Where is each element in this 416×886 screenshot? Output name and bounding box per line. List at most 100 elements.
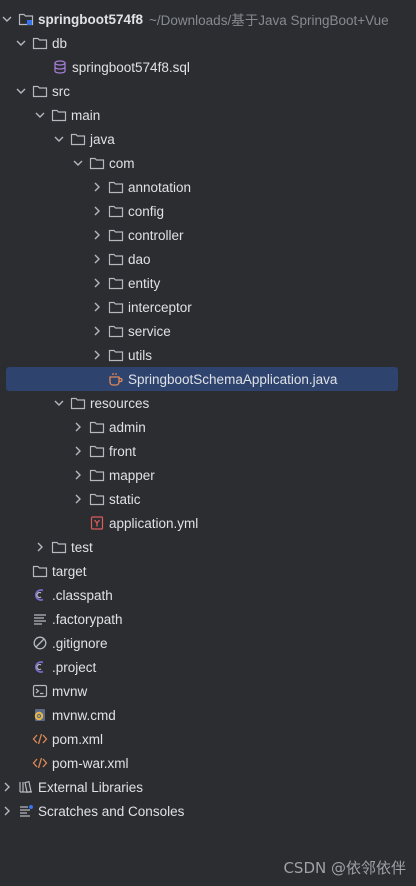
tree-node-interceptor[interactable]: interceptor	[0, 295, 416, 319]
chevron-right-icon[interactable]	[0, 775, 14, 799]
package-icon	[108, 299, 124, 315]
folder-icon	[89, 443, 105, 459]
tree-label: static	[109, 491, 141, 507]
tree-label: db	[52, 35, 68, 51]
folder-icon	[32, 83, 48, 99]
tree-node-classpath[interactable]: .classpath	[0, 583, 416, 607]
chevron-right-icon[interactable]	[71, 487, 85, 511]
chevron-right-icon[interactable]	[71, 463, 85, 487]
tree-label: annotation	[128, 179, 192, 195]
tree-node-pom-war[interactable]: pom-war.xml	[0, 751, 416, 775]
tree-label: .factorypath	[52, 611, 123, 627]
chevron-right-icon[interactable]	[33, 535, 47, 559]
java-class-icon	[108, 371, 124, 387]
gear-file-icon	[32, 707, 48, 723]
chevron-down-icon[interactable]	[14, 31, 28, 55]
chevron-right-icon[interactable]	[90, 175, 104, 199]
tree-node-admin[interactable]: admin	[0, 415, 416, 439]
package-icon	[108, 323, 124, 339]
tree-node-gitignore[interactable]: .gitignore	[0, 631, 416, 655]
chevron-right-icon[interactable]	[90, 271, 104, 295]
tree-node-mvnw-cmd[interactable]: mvnw.cmd	[0, 703, 416, 727]
tree-node-config[interactable]: config	[0, 199, 416, 223]
chevron-right-icon[interactable]	[90, 223, 104, 247]
database-icon	[52, 59, 68, 75]
tree-node-mapper[interactable]: mapper	[0, 463, 416, 487]
chevron-right-icon[interactable]	[90, 295, 104, 319]
tree-label: mapper	[109, 467, 155, 483]
chevron-right-icon[interactable]	[90, 199, 104, 223]
resources-folder-icon	[70, 395, 86, 411]
chevron-right-icon[interactable]	[90, 319, 104, 343]
package-icon	[108, 275, 124, 291]
tree-node-service[interactable]: service	[0, 319, 416, 343]
tree-label: mvnw.cmd	[52, 707, 116, 723]
xml-file-icon	[32, 755, 48, 771]
eclipse-file-icon	[32, 659, 48, 675]
tree-node-controller[interactable]: controller	[0, 223, 416, 247]
tree-label: src	[52, 83, 70, 99]
tree-node-java[interactable]: java	[0, 127, 416, 151]
package-icon	[108, 203, 124, 219]
chevron-down-icon[interactable]	[0, 7, 14, 31]
text-file-icon	[32, 611, 48, 627]
tree-node-static[interactable]: static	[0, 487, 416, 511]
chevron-right-icon[interactable]	[90, 343, 104, 367]
module-folder-icon	[18, 11, 34, 27]
tree-node-test[interactable]: test	[0, 535, 416, 559]
package-icon	[89, 155, 105, 171]
folder-icon	[32, 563, 48, 579]
tree-node-sql-file[interactable]: springboot574f8.sql	[0, 55, 416, 79]
tree-node-utils[interactable]: utils	[0, 343, 416, 367]
tree-node-dao[interactable]: dao	[0, 247, 416, 271]
tree-node-project-file[interactable]: .project	[0, 655, 416, 679]
folder-icon	[89, 467, 105, 483]
tree-label: service	[128, 323, 171, 339]
tree-node-application-class[interactable]: SpringbootSchemaApplication.java	[0, 367, 416, 391]
folder-icon	[89, 419, 105, 435]
tree-node-factorypath[interactable]: .factorypath	[0, 607, 416, 631]
tree-label: controller	[128, 227, 184, 243]
tree-node-db[interactable]: db	[0, 31, 416, 55]
chevron-down-icon[interactable]	[14, 79, 28, 103]
tree-node-front[interactable]: front	[0, 439, 416, 463]
tree-node-scratches[interactable]: Scratches and Consoles	[0, 799, 416, 823]
tree-node-external-libraries[interactable]: External Libraries	[0, 775, 416, 799]
tree-node-annotation[interactable]: annotation	[0, 175, 416, 199]
tree-node-project-root[interactable]: springboot574f8 ~/Downloads/基于Java Sprin…	[0, 7, 416, 31]
tree-label: application.yml	[109, 515, 199, 531]
chevron-right-icon[interactable]	[0, 799, 14, 823]
package-icon	[108, 227, 124, 243]
tree-label: .project	[52, 659, 97, 675]
tree-label: test	[71, 539, 93, 555]
chevron-right-icon[interactable]	[71, 415, 85, 439]
chevron-right-icon[interactable]	[90, 247, 104, 271]
tree-node-com[interactable]: com	[0, 151, 416, 175]
chevron-down-icon[interactable]	[52, 391, 66, 415]
tree-node-pom[interactable]: pom.xml	[0, 727, 416, 751]
tree-label: resources	[90, 395, 150, 411]
chevron-down-icon[interactable]	[52, 127, 66, 151]
tree-label: dao	[128, 251, 151, 267]
chevron-right-icon[interactable]	[71, 439, 85, 463]
chevron-down-icon[interactable]	[33, 103, 47, 127]
tree-node-src[interactable]: src	[0, 79, 416, 103]
tree-node-application-yml[interactable]: application.yml	[0, 511, 416, 535]
tree-node-target[interactable]: target	[0, 559, 416, 583]
package-icon	[108, 179, 124, 195]
tree-label: interceptor	[128, 299, 192, 315]
xml-file-icon	[32, 731, 48, 747]
tree-node-entity[interactable]: entity	[0, 271, 416, 295]
yaml-file-icon	[89, 515, 105, 531]
tree-node-main[interactable]: main	[0, 103, 416, 127]
folder-icon	[51, 539, 67, 555]
scratches-icon	[18, 803, 34, 819]
tree-node-resources[interactable]: resources	[0, 391, 416, 415]
tree-label: com	[109, 155, 135, 171]
tree-label: External Libraries	[38, 779, 144, 795]
tree-label: pom-war.xml	[52, 755, 129, 771]
tree-node-mvnw[interactable]: mvnw	[0, 679, 416, 703]
chevron-down-icon[interactable]	[71, 151, 85, 175]
tree-label: front	[109, 443, 137, 459]
terminal-icon	[32, 683, 48, 699]
